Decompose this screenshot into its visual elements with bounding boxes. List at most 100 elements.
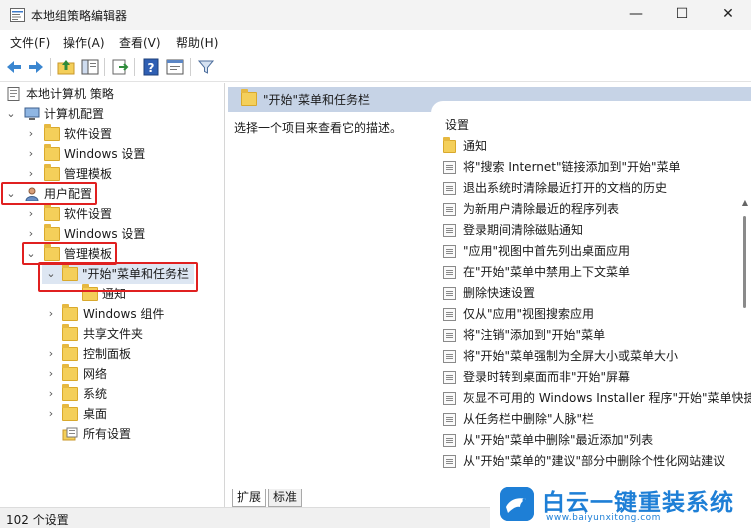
details-title: "开始"菜单和任务栏 (263, 93, 371, 107)
list-item-label: 在"开始"菜单中禁用上下文菜单 (463, 265, 631, 279)
setting-icon (443, 392, 456, 405)
tree-item-user-windows-settings[interactable]: › Windows 设置 (0, 224, 224, 244)
tree-label: Windows 设置 (64, 147, 146, 161)
tree-item-admin-templates[interactable]: › 管理模板 (0, 164, 224, 184)
tree-item-shared-folders[interactable]: 共享文件夹 (0, 324, 224, 344)
folder-icon (241, 89, 257, 106)
tree-item-windows-components[interactable]: › Windows 组件 (0, 304, 224, 324)
properties-icon[interactable] (165, 57, 185, 77)
list-item-label: 将"搜索 Internet"链接添加到"开始"菜单 (463, 160, 681, 174)
setting-icon (443, 182, 456, 195)
list-item-label: 通知 (463, 139, 488, 153)
list-item-label: 从"开始"菜单的"建议"部分中删除个性化网站建议 (463, 454, 726, 468)
folder-icon (62, 404, 78, 421)
toolbar-separator (190, 58, 191, 76)
app-icon (10, 8, 25, 22)
chevron-right-icon[interactable]: › (45, 404, 57, 424)
folder-icon (44, 204, 60, 221)
list-item-label: 登录期间清除磁贴通知 (463, 223, 584, 237)
watermark-url: www.baiyunxitong.com (546, 513, 661, 523)
show-hide-tree-icon[interactable] (80, 57, 100, 77)
setting-icon (443, 161, 456, 174)
toolbar-separator (134, 58, 135, 76)
tab-standard[interactable]: 标准 (268, 489, 303, 507)
close-button[interactable]: ✕ (705, 0, 751, 30)
chevron-right-icon[interactable]: › (25, 224, 37, 244)
chevron-right-icon[interactable]: › (25, 124, 37, 144)
setting-icon (443, 266, 456, 279)
column-header-setting[interactable]: 设置 (445, 116, 469, 133)
tree-item-root[interactable]: 本地计算机 策略 (0, 84, 224, 104)
minimize-button[interactable]: — (613, 0, 659, 30)
menu-action[interactable]: 操作(A) (63, 34, 105, 51)
tree-label: 系统 (83, 387, 108, 401)
chevron-down-icon[interactable]: ⌄ (5, 104, 17, 124)
highlight-start-menu-taskbar (38, 262, 198, 292)
menu-file[interactable]: 文件(F) (10, 34, 50, 51)
tree-item-software-settings[interactable]: › 软件设置 (0, 124, 224, 144)
folder-icon (62, 344, 78, 361)
forward-arrow-icon[interactable] (26, 57, 46, 77)
svg-text:?: ? (148, 61, 155, 75)
tab-extended[interactable]: 扩展 (232, 489, 267, 507)
setting-icon (443, 413, 456, 426)
list-item-label: 灰显不可用的 Windows Installer 程序"开始"菜单快捷方式 (463, 391, 751, 405)
tree-item-windows-settings[interactable]: › Windows 设置 (0, 144, 224, 164)
folder-icon (62, 364, 78, 381)
folder-icon (443, 137, 456, 153)
tree-item-computer-config[interactable]: ⌄ 计算机配置 (0, 104, 224, 124)
tree-item-user-software-settings[interactable]: › 软件设置 (0, 204, 224, 224)
scroll-up-arrow-icon[interactable]: ▲ (742, 198, 748, 207)
back-arrow-icon[interactable] (4, 57, 24, 77)
folder-icon (62, 304, 78, 321)
help-icon[interactable]: ? (141, 57, 161, 77)
list-item-label: 从任务栏中删除"人脉"栏 (463, 412, 595, 426)
vertical-scrollbar[interactable] (743, 216, 746, 308)
window-title: 本地组策略编辑器 (31, 9, 128, 23)
up-folder-icon[interactable] (56, 57, 76, 77)
chevron-right-icon[interactable]: › (25, 164, 37, 184)
tree-label: Windows 组件 (83, 307, 165, 321)
setting-icon (443, 287, 456, 300)
group-policy-editor-window: 本地组策略编辑器 — ☐ ✕ 文件(F) 操作(A) 查看(V) 帮助(H) ?… (0, 0, 751, 528)
tree-label: 控制面板 (83, 347, 132, 361)
folder-icon (44, 144, 60, 161)
title-bar: 本地组策略编辑器 — ☐ ✕ (0, 0, 751, 30)
list-item-label: "应用"视图中首先列出桌面应用 (463, 244, 631, 258)
tree-item-desktop[interactable]: › 桌面 (0, 404, 224, 424)
tree-label: 软件设置 (64, 127, 113, 141)
settings-list[interactable]: 设置 通知 将"搜索 Internet"链接添加到"开始"菜单 退出系统时清除最… (431, 101, 751, 491)
list-item-label: 仅从"应用"视图搜索应用 (463, 307, 595, 321)
list-item-label: 将"注销"添加到"开始"菜单 (463, 328, 606, 342)
chevron-right-icon[interactable]: › (45, 304, 57, 324)
all-settings-icon (62, 427, 78, 441)
chevron-right-icon[interactable]: › (25, 144, 37, 164)
chevron-right-icon[interactable]: › (45, 344, 57, 364)
maximize-button[interactable]: ☐ (659, 0, 705, 30)
menu-view[interactable]: 查看(V) (119, 34, 161, 51)
setting-icon (443, 308, 456, 321)
menu-help[interactable]: 帮助(H) (176, 34, 218, 51)
export-list-icon[interactable] (110, 57, 130, 77)
chevron-right-icon[interactable]: › (45, 364, 57, 384)
tree-item-control-panel[interactable]: › 控制面板 (0, 344, 224, 364)
tree-label: 所有设置 (83, 427, 132, 441)
folder-icon (62, 384, 78, 401)
chevron-right-icon[interactable]: › (45, 384, 57, 404)
tree-item-system[interactable]: › 系统 (0, 384, 224, 404)
tree-pane[interactable]: 本地计算机 策略 ⌄ 计算机配置 › 软件设置 › Windows 设置 › 管… (0, 83, 225, 507)
menu-bar: 文件(F) 操作(A) 查看(V) 帮助(H) (0, 30, 751, 52)
folder-icon (62, 324, 78, 341)
tree-item-network[interactable]: › 网络 (0, 364, 224, 384)
tree-label: 网络 (83, 367, 108, 381)
chevron-right-icon[interactable]: › (25, 204, 37, 224)
tree-label: 本地计算机 策略 (26, 87, 114, 101)
folder-icon (44, 164, 60, 181)
folder-icon (44, 124, 60, 141)
highlight-user-config (1, 182, 97, 205)
toolbar-separator (50, 58, 51, 76)
tree-label: 计算机配置 (44, 107, 105, 121)
filter-icon[interactable] (196, 57, 216, 77)
tree-item-all-settings[interactable]: 所有设置 (0, 424, 224, 444)
setting-icon (443, 350, 456, 363)
